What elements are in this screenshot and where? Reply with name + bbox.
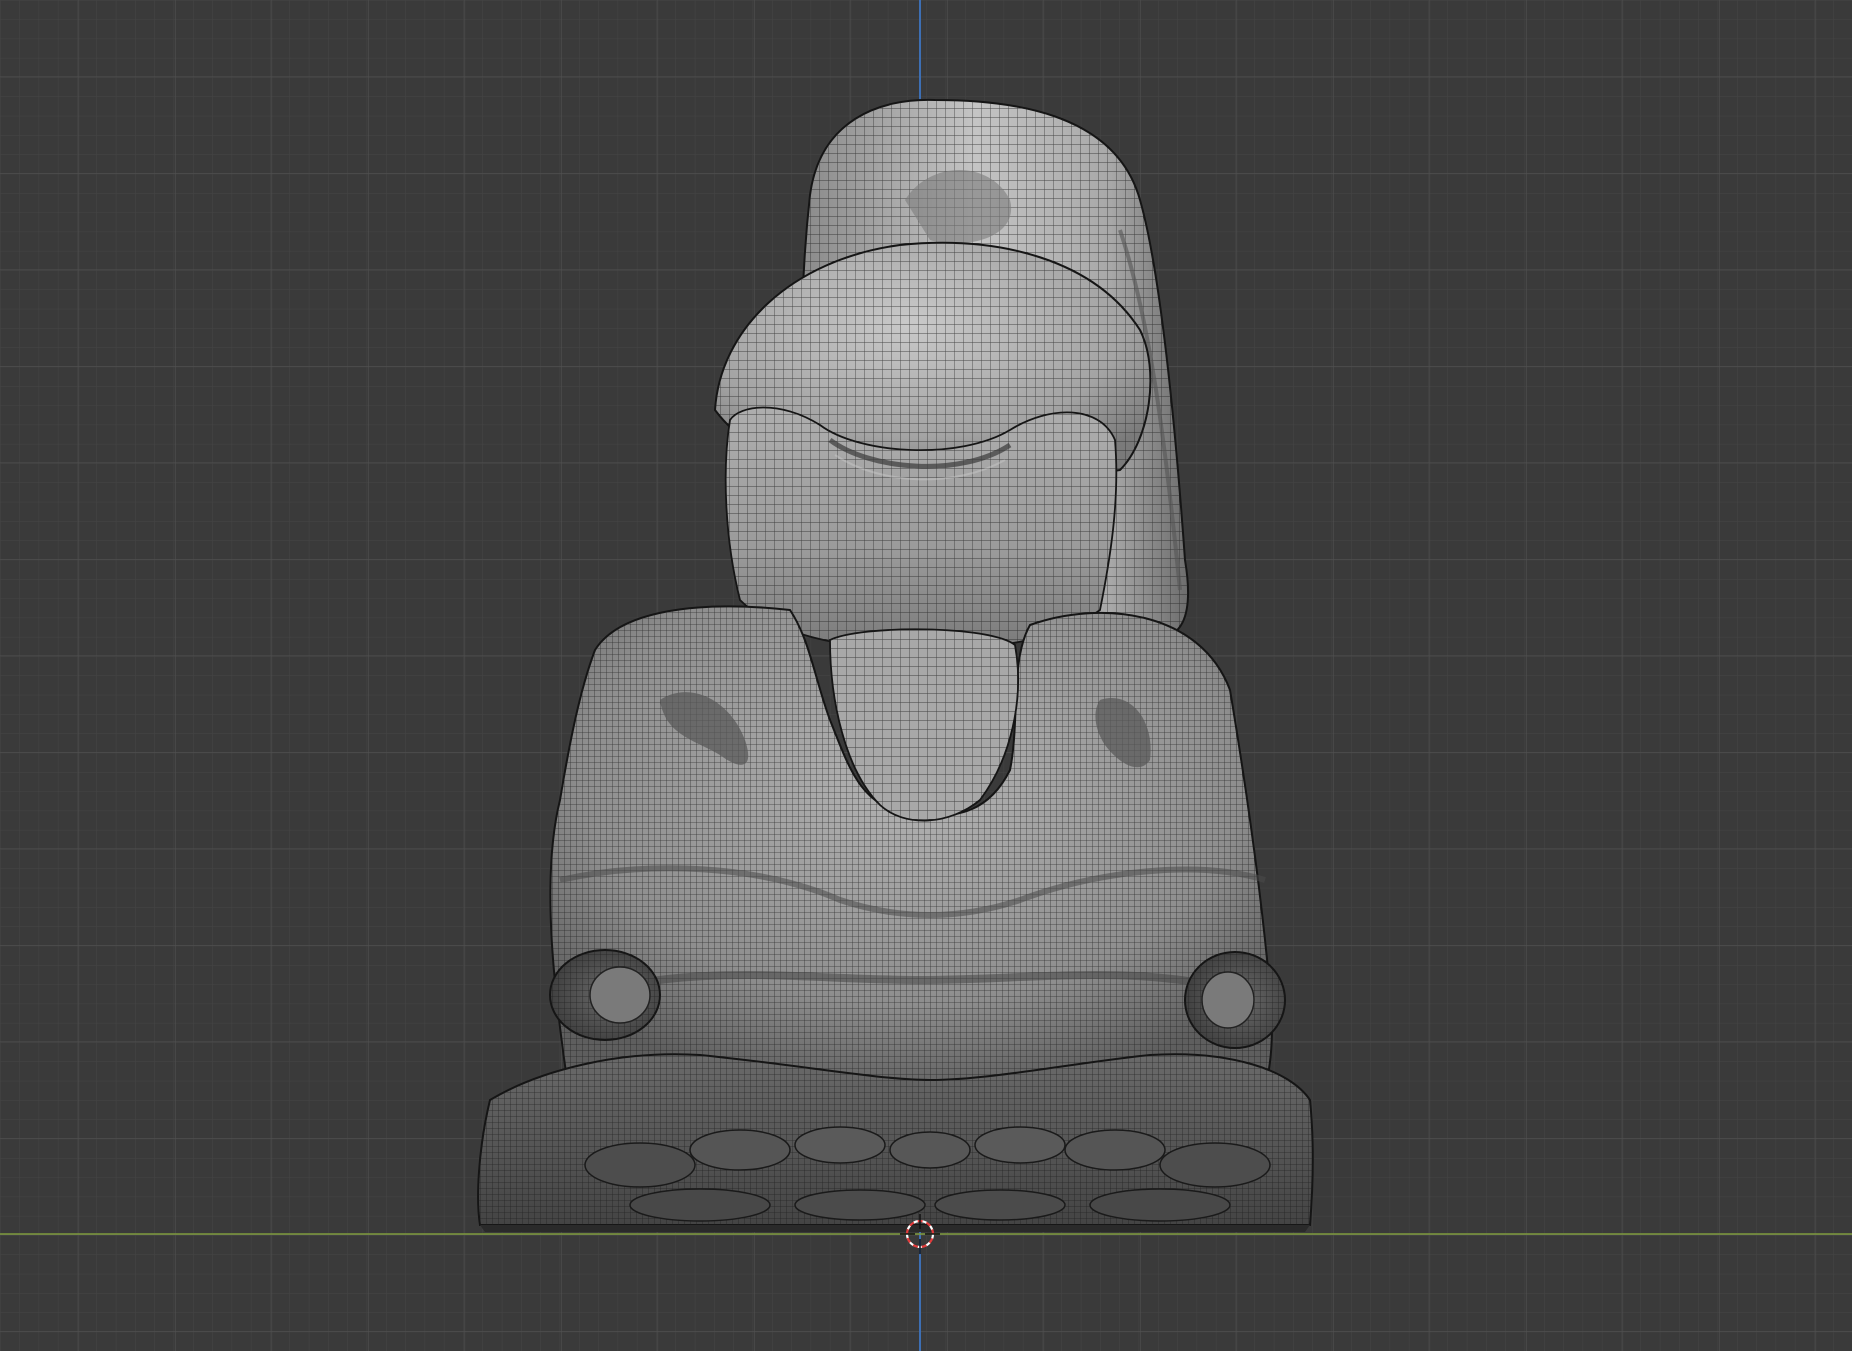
sole-pod <box>794 1126 886 1164</box>
sole-pod <box>889 1131 971 1169</box>
sole-pod <box>934 1189 1066 1221</box>
sole <box>477 1053 1314 1232</box>
3d-viewport[interactable] <box>0 0 1852 1351</box>
sole-pod <box>1159 1142 1271 1188</box>
sole-pod <box>974 1126 1066 1164</box>
sole-pod <box>1064 1129 1166 1171</box>
right-vent <box>1184 951 1286 1049</box>
left-vent <box>549 949 661 1041</box>
sole-pod <box>584 1142 696 1188</box>
sole-pod <box>1089 1188 1231 1222</box>
sole-pod <box>794 1189 926 1221</box>
toe-box <box>549 605 1273 1101</box>
sole-pod <box>689 1129 791 1171</box>
viewport-canvas[interactable] <box>0 0 1852 1351</box>
sole-pod <box>629 1188 771 1222</box>
